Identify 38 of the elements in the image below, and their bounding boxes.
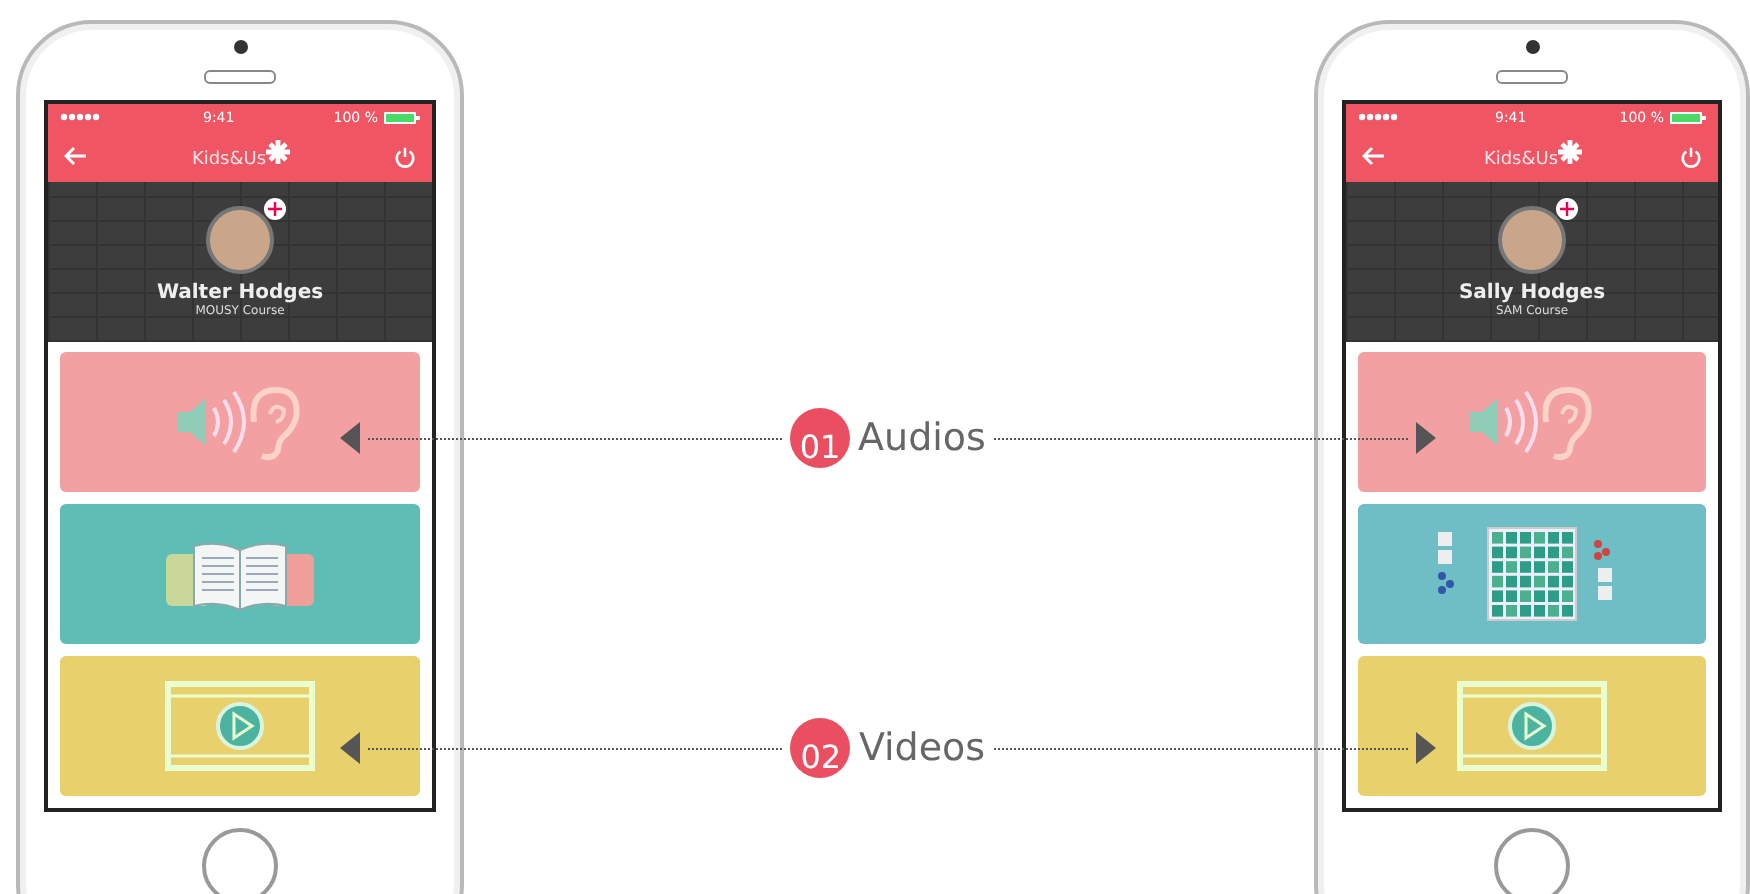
section-tile[interactable] [60,352,420,492]
child-name: Sally Hodges [1458,282,1606,304]
left-arrow-icon [340,732,360,764]
callout-label: Videos [858,726,986,770]
speaker-grille-icon [1496,70,1568,84]
logo: Kids&Us [1483,140,1583,172]
section-tile[interactable] [1358,352,1706,492]
right-arrow-icon [1416,732,1437,764]
back-arrow-icon[interactable] [64,146,88,166]
section-tile[interactable] [1358,656,1706,796]
avatar[interactable] [206,206,274,274]
callout-label: Audios [858,416,986,460]
home-button[interactable] [1494,828,1570,894]
section-tile[interactable] [1358,504,1706,644]
right-arrow-icon [1416,422,1436,454]
number-badge: 01 [790,408,851,468]
battery-icon [383,111,420,123]
section-tile[interactable] [60,504,420,644]
child-name: Walter Hodges [156,282,324,304]
back-arrow-icon[interactable] [1362,146,1386,166]
logo: Kids&Us [191,140,291,172]
camera-icon [233,40,247,54]
section-tile[interactable] [60,656,420,796]
speaker-grille-icon [204,70,276,84]
film-play-icon [164,680,316,772]
film-play-icon [1456,680,1608,772]
add-icon[interactable] [264,198,286,220]
avatar[interactable] [1498,206,1566,274]
power-icon[interactable] [393,145,416,167]
left-arrow-icon [340,422,360,454]
camera-icon [1525,40,1539,54]
signal-icon [1358,112,1402,122]
battery-icon [1669,111,1706,123]
home-button[interactable] [202,828,278,894]
number-badge: 02 [790,718,851,778]
add-icon[interactable] [1556,198,1578,220]
signal-icon [60,112,104,122]
power-icon[interactable] [1679,145,1702,167]
